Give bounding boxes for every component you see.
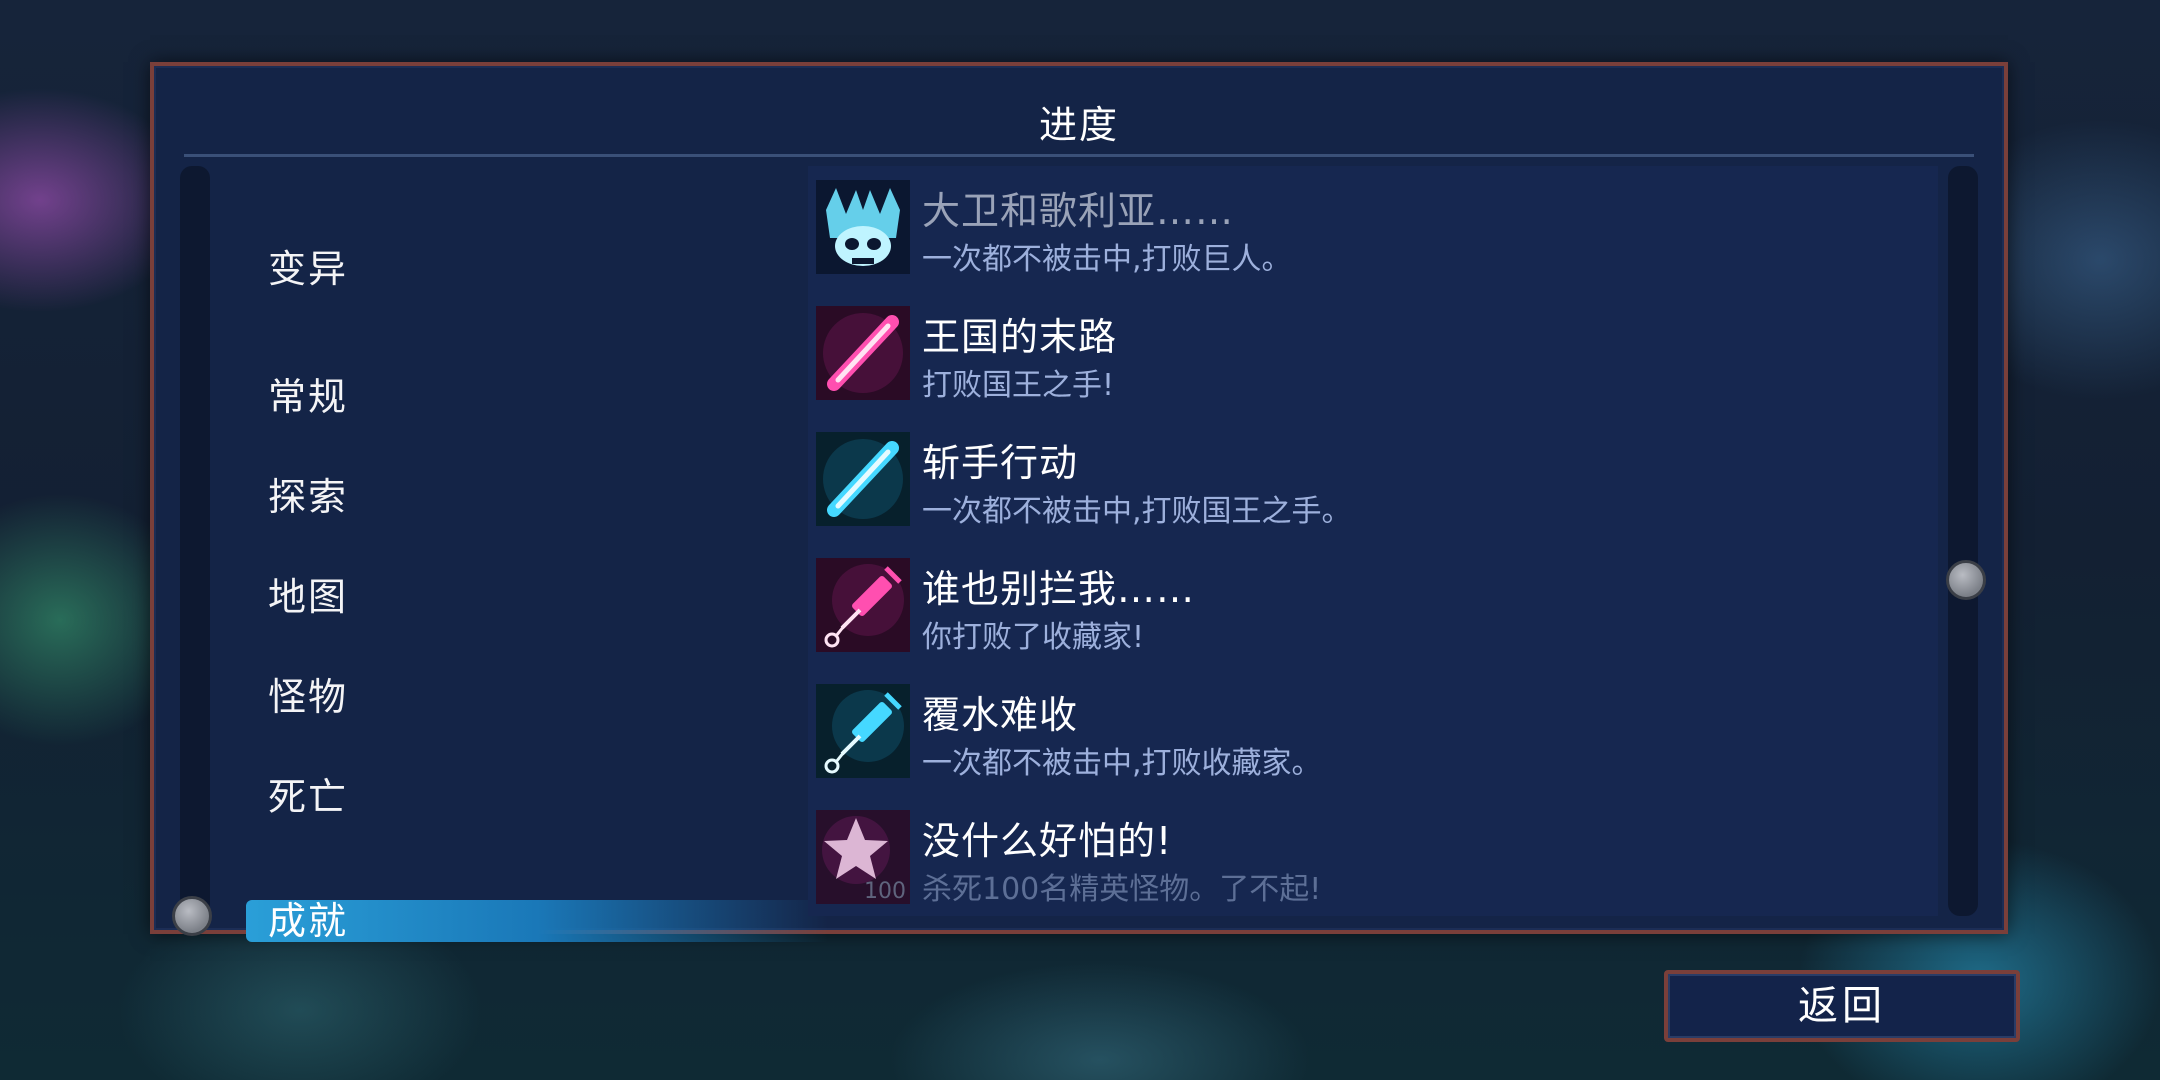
achievement-item[interactable]: 100 没什么好怕的! 杀死100名精英怪物。了不起! — [808, 802, 1938, 916]
sidebar-item-exploration[interactable]: 探索 — [254, 466, 348, 521]
achievement-description: 一次都不被击中,打败收藏家。 — [922, 746, 1322, 781]
back-button[interactable]: 返回 — [1664, 970, 2020, 1042]
sidebar-item-monsters[interactable]: 怪物 — [254, 666, 348, 721]
achievement-item[interactable]: 王国的末路 打败国王之手! — [808, 298, 1938, 418]
sidebar-item-mutations[interactable]: 变异 — [254, 238, 348, 293]
list-scrollbar[interactable] — [1948, 166, 1978, 916]
sidebar-scroll-knob[interactable] — [172, 896, 212, 936]
achievement-item[interactable]: 大卫和歌利亚…… 一次都不被击中,打败巨人。 — [808, 172, 1938, 292]
title-divider — [184, 154, 1974, 157]
progress-panel: 进度 变异 常规 探索 地图 怪物 死亡 成就 大卫和歌利亚…… 一次都不被击中… — [150, 62, 2008, 942]
achievement-title: 没什么好怕的! — [922, 819, 1173, 863]
syringe-icon — [816, 684, 910, 778]
sword-icon — [816, 306, 910, 400]
achievement-description: 杀死100名精英怪物。了不起! — [922, 872, 1322, 907]
achievement-title: 大卫和歌利亚…… — [922, 189, 1235, 233]
star-icon: 100 — [816, 810, 910, 904]
achievement-title: 覆水难收 — [922, 693, 1079, 737]
sidebar-item-general[interactable]: 常规 — [254, 366, 348, 421]
achievement-title: 王国的末路 — [922, 315, 1118, 359]
achievement-description: 一次都不被击中,打败巨人。 — [922, 242, 1292, 277]
list-scroll-knob[interactable] — [1946, 560, 1986, 600]
star-badge-count: 100 — [864, 879, 906, 904]
sidebar-scrollbar[interactable] — [180, 166, 210, 916]
achievement-item[interactable]: 斩手行动 一次都不被击中,打败国王之手。 — [808, 424, 1938, 544]
achievement-list[interactable]: 大卫和歌利亚…… 一次都不被击中,打败巨人。 王国的末路 打败国王之手! 斩手行… — [808, 166, 1938, 916]
sword-icon — [816, 432, 910, 526]
achievement-title: 斩手行动 — [922, 441, 1079, 485]
sidebar-item-achievements[interactable]: 成就 — [246, 900, 828, 942]
syringe-icon — [816, 558, 910, 652]
giant-skull-icon — [816, 180, 910, 274]
panel-title: 进度 — [1038, 103, 1119, 147]
achievement-description: 打败国王之手! — [922, 368, 1115, 403]
sidebar-item-map[interactable]: 地图 — [254, 566, 348, 621]
achievement-description: 一次都不被击中,打败国王之手。 — [922, 494, 1352, 529]
achievement-description: 你打败了收藏家! — [922, 620, 1145, 655]
achievement-item[interactable]: 覆水难收 一次都不被击中,打败收藏家。 — [808, 676, 1938, 796]
achievement-item[interactable]: 谁也别拦我…… 你打败了收藏家! — [808, 550, 1938, 670]
achievement-title: 谁也别拦我…… — [922, 567, 1196, 611]
sidebar-item-deaths[interactable]: 死亡 — [254, 766, 348, 821]
